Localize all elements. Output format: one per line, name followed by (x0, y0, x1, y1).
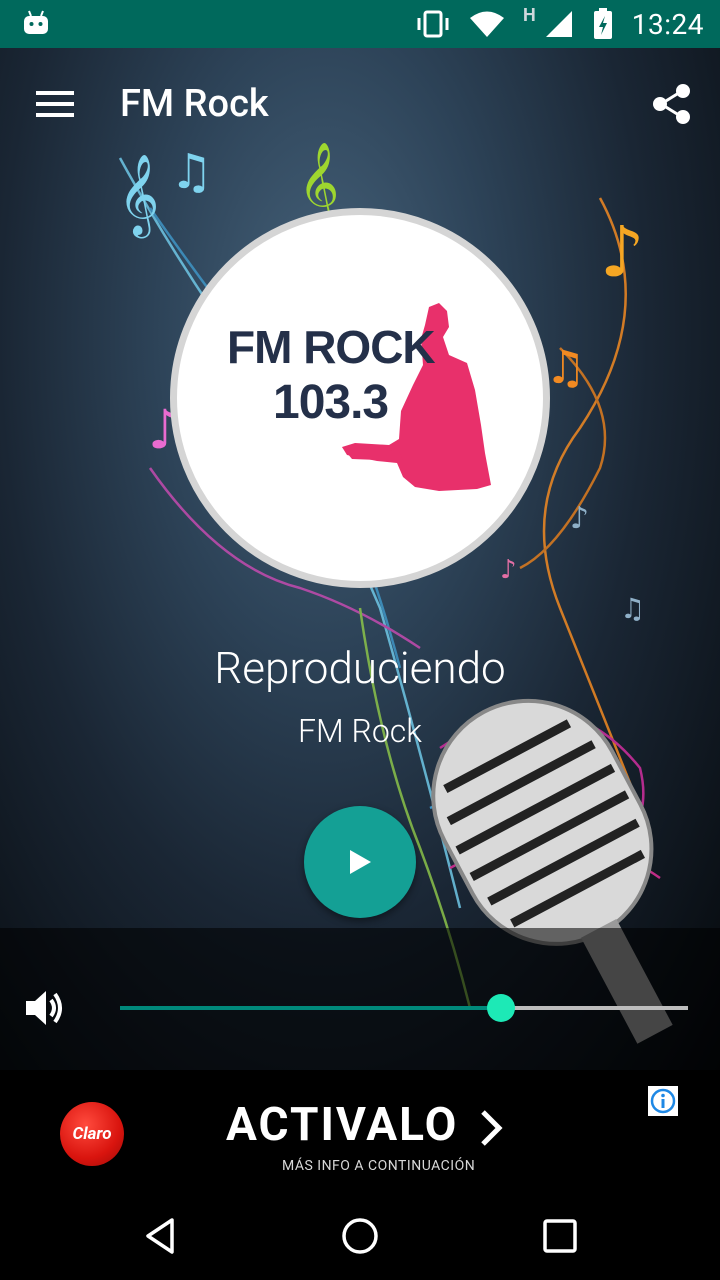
network-type-label: H (523, 4, 536, 26)
svg-text:♪: ♪ (600, 211, 645, 293)
share-button[interactable] (646, 78, 698, 130)
battery-charging-icon (593, 8, 612, 39)
cell-signal-icon (545, 11, 572, 37)
vibrate-icon (417, 10, 449, 38)
recents-square-icon (543, 1219, 577, 1253)
logo-station-name: FM ROCK (227, 321, 436, 373)
clock: 13:24 (631, 7, 704, 41)
android-notification-icon (24, 10, 48, 34)
ad-subtitle: MÁS INFO A CONTINUACIÓN (282, 1158, 476, 1174)
chevron-right-icon (481, 1110, 503, 1146)
info-icon (650, 1088, 676, 1114)
ad-info-button[interactable] (648, 1086, 678, 1116)
home-circle-icon (342, 1218, 378, 1254)
volume-icon[interactable] (22, 986, 66, 1030)
svg-text:♪: ♪ (570, 501, 589, 536)
station-name: FM Rock (298, 712, 422, 750)
volume-slider-thumb[interactable] (486, 994, 515, 1022)
back-triangle-icon (146, 1218, 174, 1254)
claro-logo-text: Claro (72, 1124, 112, 1144)
system-nav-bar (0, 1190, 720, 1280)
wifi-icon (470, 11, 505, 37)
status-bar: H 13:24 (0, 0, 720, 48)
svg-text:♫: ♫ (545, 340, 586, 394)
volume-slider[interactable] (120, 990, 688, 1026)
nav-home-button[interactable] (332, 1208, 388, 1264)
page-title: FM Rock (120, 82, 269, 126)
share-icon (653, 84, 690, 124)
claro-logo: Claro (60, 1102, 124, 1166)
hamburger-menu-icon (36, 91, 74, 117)
app-toolbar: FM Rock (0, 48, 720, 160)
volume-slider-fill (120, 1006, 501, 1010)
ad-banner[interactable]: Claro ACTIVALO MÁS INFO A CONTINUACIÓN (0, 1070, 720, 1190)
ad-headline: ACTIVALO (226, 1098, 504, 1152)
play-icon (350, 850, 371, 874)
logo-frequency: 103.3 (273, 376, 389, 429)
playback-status: Reproduciendo (214, 642, 506, 694)
ad-headline-text: ACTIVALO (226, 1098, 459, 1152)
station-logo: FM ROCK 103.3 (170, 208, 550, 588)
svg-text:♫: ♫ (620, 592, 645, 625)
menu-button[interactable] (26, 78, 86, 130)
nav-recents-button[interactable] (532, 1208, 588, 1264)
svg-text:𝄞: 𝄞 (118, 153, 159, 238)
play-button[interactable] (304, 806, 416, 918)
nav-back-button[interactable] (132, 1208, 188, 1264)
